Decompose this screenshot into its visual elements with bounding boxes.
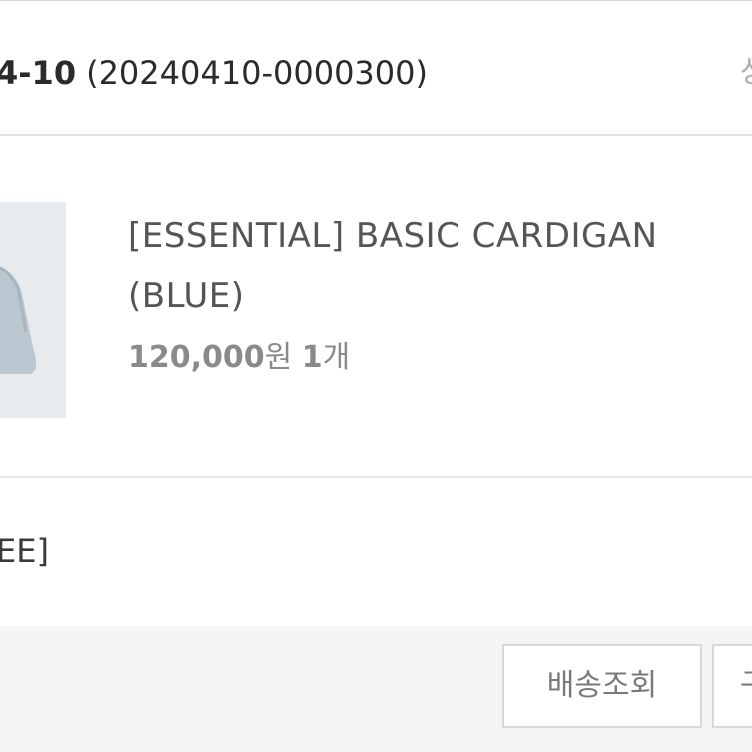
product-quantity: 1 [301,340,323,375]
shipping-info: EE] [0,532,49,570]
secondary-action-button[interactable]: 구 [712,644,752,728]
track-delivery-button[interactable]: 배송조회 [502,644,702,728]
product-price: 120,000 [128,340,265,375]
product-thumbnail[interactable] [0,202,66,418]
product-name[interactable]: [ESSENTIAL] BASIC CARDIGAN (BLUE) [128,206,752,326]
order-actions-bar: 배송조회 구 [0,626,752,752]
currency-unit: 원 [264,340,293,375]
cardigan-image [0,266,37,374]
order-date: 4-10 [0,54,77,92]
section-divider [0,476,752,478]
order-number: (20240410-0000300) [86,54,428,92]
order-info: 4-10 (20240410-0000300) [0,51,428,95]
order-status-label: 상 [740,51,752,95]
order-header: 4-10(20240410-0000300) 상 [0,0,752,136]
cardigan-sleeve [0,268,37,374]
product-price-qty: 120,000원 1개 [128,336,350,380]
quantity-unit: 개 [322,340,351,375]
